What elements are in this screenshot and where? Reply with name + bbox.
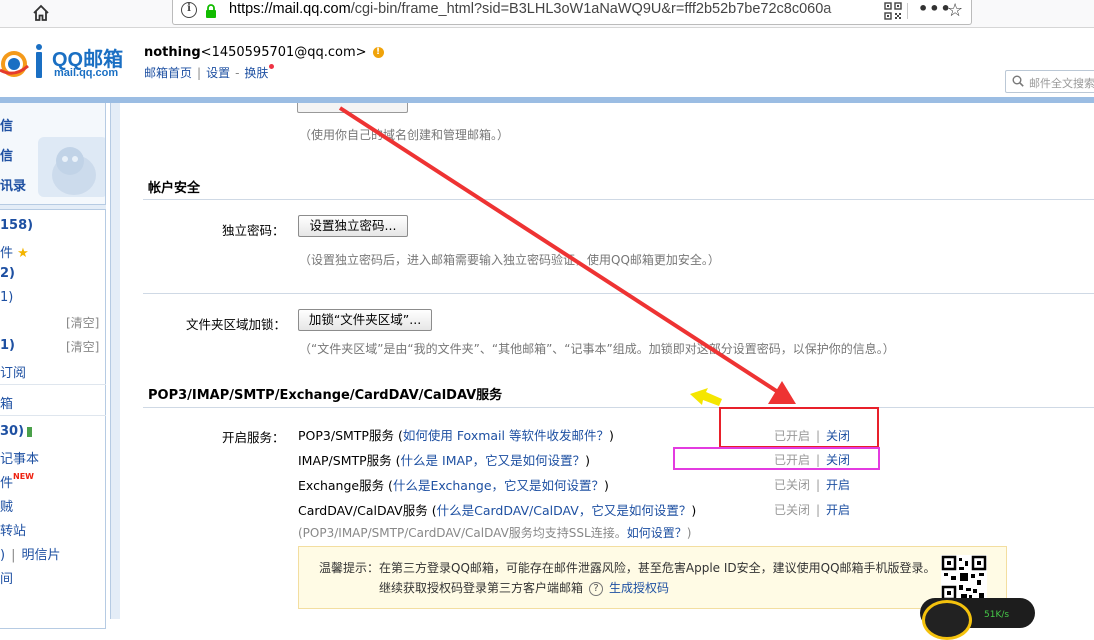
carddav-status: 已关闭 | [774, 503, 821, 517]
penguin-decoration-icon [38, 137, 105, 197]
mailbox-home-link[interactable]: 邮箱首页 [144, 66, 192, 80]
warning-icon[interactable]: ! [372, 47, 384, 58]
carddav-help-link[interactable]: 什么是CardDAV/CalDAV，它又是如何设置？ [437, 503, 692, 518]
tip-text: 温馨提示：在第三方登录QQ邮箱，可能存在邮件泄露风险，甚至危害Apple ID安… [319, 561, 936, 575]
qq-mail-logo[interactable] [0, 44, 46, 80]
service-pop3-smtp: POP3/SMTP服务 (如何使用 Foxmail 等软件收发邮件？) [298, 428, 614, 443]
ssl-help-link[interactable]: 如何设置？ [627, 526, 687, 540]
sidebar-item-greetings[interactable]: 贼 [0, 496, 13, 515]
highlight-box-imap [673, 447, 880, 470]
sidebar-item-spam[interactable]: 1) [清空] [0, 338, 106, 355]
sidebar-item-other-mailbox[interactable]: 箱 [0, 393, 13, 412]
folder-lock-label: 文件夹区域加锁： [186, 317, 287, 332]
folder-lock-button[interactable]: 加锁“文件夹区域”... [298, 309, 432, 331]
mail-header [0, 28, 1094, 98]
sidebar-divider [0, 415, 106, 416]
exchange-status: 已关闭 | [774, 478, 821, 492]
url-text[interactable]: https://mail.qq.com/cgi-bin/frame_html?s… [229, 1, 879, 17]
folder-lock-hint: （“文件夹区域”是由“我的文件夹”、“其他邮箱”、“记事本”组成。加锁即对这部分… [299, 342, 895, 356]
settings-link[interactable]: 设置 [206, 66, 230, 80]
exchange-open-link[interactable]: 开启 [826, 476, 850, 493]
section-divider [143, 293, 1094, 294]
clear-link[interactable]: [清空] [66, 338, 99, 355]
service-carddav-caldav: CardDAV/CalDAV服务 (什么是CardDAV/CalDAV，它又是如… [298, 503, 697, 518]
sidebar-divider [0, 384, 106, 385]
sidebar-quick-actions: 信 信 讯录 [0, 103, 106, 205]
address-bar[interactable]: i https://mail.qq.com/cgi-bin/frame_html… [172, 0, 972, 25]
sidebar-item-cards[interactable]: ) | 明信片 [0, 544, 60, 563]
exchange-help-link[interactable]: 什么是Exchange，它又是如何设置？ [393, 478, 604, 493]
postcard-link[interactable]: 明信片 [21, 548, 60, 563]
ssl-note: (POP3/IMAP/SMTP/CardDAV/CalDAV服务均支持SSL连接… [298, 526, 692, 540]
section-divider [143, 199, 1094, 200]
sidebar: 信 信 讯录 158) 件 ★ 2) 1) [清空] 1) [清空] 订阅 箱 3… [0, 103, 106, 629]
service-imap-smtp: IMAP/SMTP服务 (什么是 IMAP，它又是如何设置？) [298, 453, 590, 468]
new-badge: NEW [13, 472, 34, 481]
sidebar-item-groups[interactable]: 2) [0, 266, 15, 281]
sidebar-item-drafts[interactable]: 1) [0, 290, 13, 305]
info-icon[interactable]: i [181, 2, 197, 18]
password-hint: （设置独立密码后，进入邮箱需要输入独立密码验证，使用QQ邮箱更加安全。） [299, 253, 720, 267]
sidebar-item-inbox-count[interactable]: 158) [0, 218, 33, 233]
domain-hint: （使用你自己的域名创建和管理邮箱。） [299, 128, 510, 142]
search-icon [1012, 75, 1024, 87]
tip-action-line: 继续获取授权码登录第三方客户端邮箱? 生成授权码 [379, 581, 670, 596]
search-placeholder: 邮件全文搜索 [1029, 77, 1094, 90]
sidebar-item-subscriptions[interactable]: 订阅 [0, 362, 26, 381]
clear-link[interactable]: [清空] [66, 314, 99, 331]
sidebar-item-misc[interactable]: 间 [0, 568, 13, 587]
logo-domain: mail.qq.com [54, 67, 119, 79]
settings-panel [120, 103, 1094, 619]
sidebar-item-starred[interactable]: 件 ★ [0, 242, 29, 261]
services-section-title: POP3/IMAP/SMTP/Exchange/CardDAV/CalDAV服务 [148, 388, 503, 403]
battery-icon [27, 426, 33, 437]
sidebar-folder-list: 158) 件 ★ 2) 1) [清空] 1) [清空] 订阅 箱 30) 记事本 … [0, 209, 106, 629]
user-email: <1450595701@qq.com> [200, 45, 367, 60]
services-label: 开启服务： [222, 430, 285, 445]
home-icon[interactable] [30, 2, 52, 24]
user-info: nothing<1450595701@qq.com>! [144, 45, 384, 60]
lock-icon [206, 4, 216, 18]
sidebar-item-attachments[interactable]: 件NEW [0, 472, 34, 491]
imap-help-link[interactable]: 什么是 IMAP，它又是如何设置？ [401, 453, 586, 468]
network-speed-widget[interactable]: 51K/s [920, 598, 1035, 640]
header-links: 邮箱首页 | 设置 - 换肤 [144, 64, 275, 81]
url-separator [907, 3, 908, 19]
sidebar-item-transfer[interactable]: 转站 [0, 520, 26, 539]
qr-code-icon [941, 555, 987, 601]
notification-dot [269, 64, 275, 69]
security-tip-box: 温馨提示：在第三方登录QQ邮箱，可能存在邮件泄露风险，甚至危害Apple ID安… [298, 546, 1007, 609]
speed-ring-icon [922, 600, 972, 640]
link-separator: | [197, 66, 202, 80]
independent-password-label: 独立密码： [222, 223, 285, 238]
pop3-help-link[interactable]: 如何使用 Foxmail 等软件收发邮件？ [403, 428, 609, 443]
set-password-button[interactable]: 设置独立密码... [298, 215, 408, 237]
star-icon: ★ [17, 246, 29, 261]
help-icon[interactable]: ? [589, 581, 604, 596]
sidebar-item-inbox[interactable]: 信 [0, 145, 13, 164]
sidebar-item-folders[interactable]: 30) [0, 424, 33, 439]
sidebar-item-compose[interactable]: 信 [0, 115, 13, 134]
user-name: nothing [144, 45, 201, 60]
qr-code-icon[interactable] [884, 2, 902, 20]
sidebar-item-notes[interactable]: 记事本 [0, 448, 39, 467]
carddav-open-link[interactable]: 开启 [826, 501, 850, 518]
link-dash: - [235, 66, 240, 80]
url-fade [823, 0, 883, 23]
skin-link[interactable]: 换肤 [244, 66, 268, 80]
highlight-box-pop3 [719, 407, 879, 448]
bookmark-star-icon[interactable]: ☆ [947, 0, 963, 21]
browser-toolbar: i https://mail.qq.com/cgi-bin/frame_html… [0, 0, 1094, 28]
sidebar-item-contacts[interactable]: 讯录 [0, 175, 26, 194]
service-exchange: Exchange服务 (什么是Exchange，它又是如何设置？) [298, 478, 609, 493]
section-divider [143, 407, 1094, 408]
search-input[interactable]: 邮件全文搜索 [1005, 70, 1094, 93]
generate-auth-code-link[interactable]: 生成授权码 [609, 581, 669, 595]
domain-mail-button[interactable] [297, 103, 408, 113]
security-section-title: 帐户安全 [148, 181, 201, 196]
